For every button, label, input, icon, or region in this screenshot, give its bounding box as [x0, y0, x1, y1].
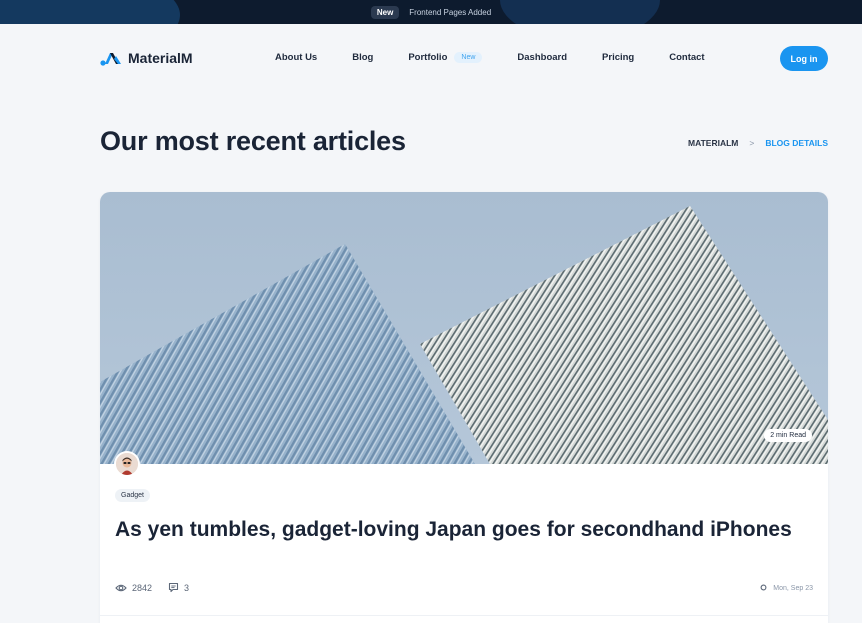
nav-item-label: Contact	[669, 52, 705, 63]
comment-icon	[168, 582, 179, 593]
login-button[interactable]: Log in	[780, 46, 828, 71]
nav-item-dashboard[interactable]: Dashboard	[517, 52, 567, 63]
circle-dot-icon	[760, 584, 767, 593]
nav-item-about-us[interactable]: About Us	[275, 52, 317, 63]
decorative-glow	[0, 0, 180, 24]
author-avatar[interactable]	[114, 451, 140, 477]
nav-item-pricing[interactable]: Pricing	[602, 52, 634, 63]
announcement-message[interactable]: Frontend Pages Added	[409, 8, 491, 17]
date-text: Mon, Sep 23	[773, 585, 813, 592]
nav-item-portfolio[interactable]: Portfolio New	[408, 52, 483, 63]
eye-icon	[115, 583, 127, 593]
comment-count: 3	[184, 582, 190, 593]
announcement-badge: New	[370, 5, 400, 19]
breadcrumb-separator: >	[749, 138, 755, 148]
nav-item-label: Pricing	[602, 52, 635, 63]
nav-item-label: Portfolio	[408, 52, 448, 63]
new-badge: New	[454, 52, 483, 63]
materialm-logo-icon	[100, 50, 122, 66]
nav-item-contact[interactable]: Contact	[669, 52, 704, 63]
nav-item-blog[interactable]: Blog	[352, 52, 373, 63]
nav-item-label: Dashboard	[517, 52, 568, 63]
main-nav: About Us Blog Portfolio New Dashboard Pr…	[275, 52, 705, 63]
article-hero-image[interactable]: 2 min Read	[100, 192, 828, 464]
brand-logo[interactable]: MaterialM	[100, 50, 193, 66]
view-count: 2842	[132, 582, 153, 593]
nav-item-label: Blog	[352, 52, 374, 63]
breadcrumb-home[interactable]: MATERIALM	[688, 138, 738, 148]
nav-item-label: About Us	[275, 52, 318, 63]
card-divider	[100, 615, 828, 616]
article-stats: 2842 3	[115, 582, 189, 593]
breadcrumb-current: BLOG DETAILS	[765, 138, 828, 148]
brand-name: MaterialM	[128, 50, 193, 66]
page-title: Our most recent articles	[100, 126, 406, 156]
article-card[interactable]: 2 min Read Gadget As yen tumbles, gadget…	[100, 192, 828, 623]
article-title[interactable]: As yen tumbles, gadget-loving Japan goes…	[115, 518, 795, 542]
article-date: Mon, Sep 23	[760, 584, 813, 593]
breadcrumb: MATERIALM > BLOG DETAILS	[688, 138, 828, 148]
read-time-badge: 2 min Read	[764, 429, 812, 442]
announcement-bar: New Frontend Pages Added	[0, 0, 862, 24]
decorative-glow	[500, 0, 660, 24]
category-tag[interactable]: Gadget	[115, 489, 150, 502]
site-header: MaterialM About Us Blog Portfolio New Da…	[0, 24, 862, 92]
